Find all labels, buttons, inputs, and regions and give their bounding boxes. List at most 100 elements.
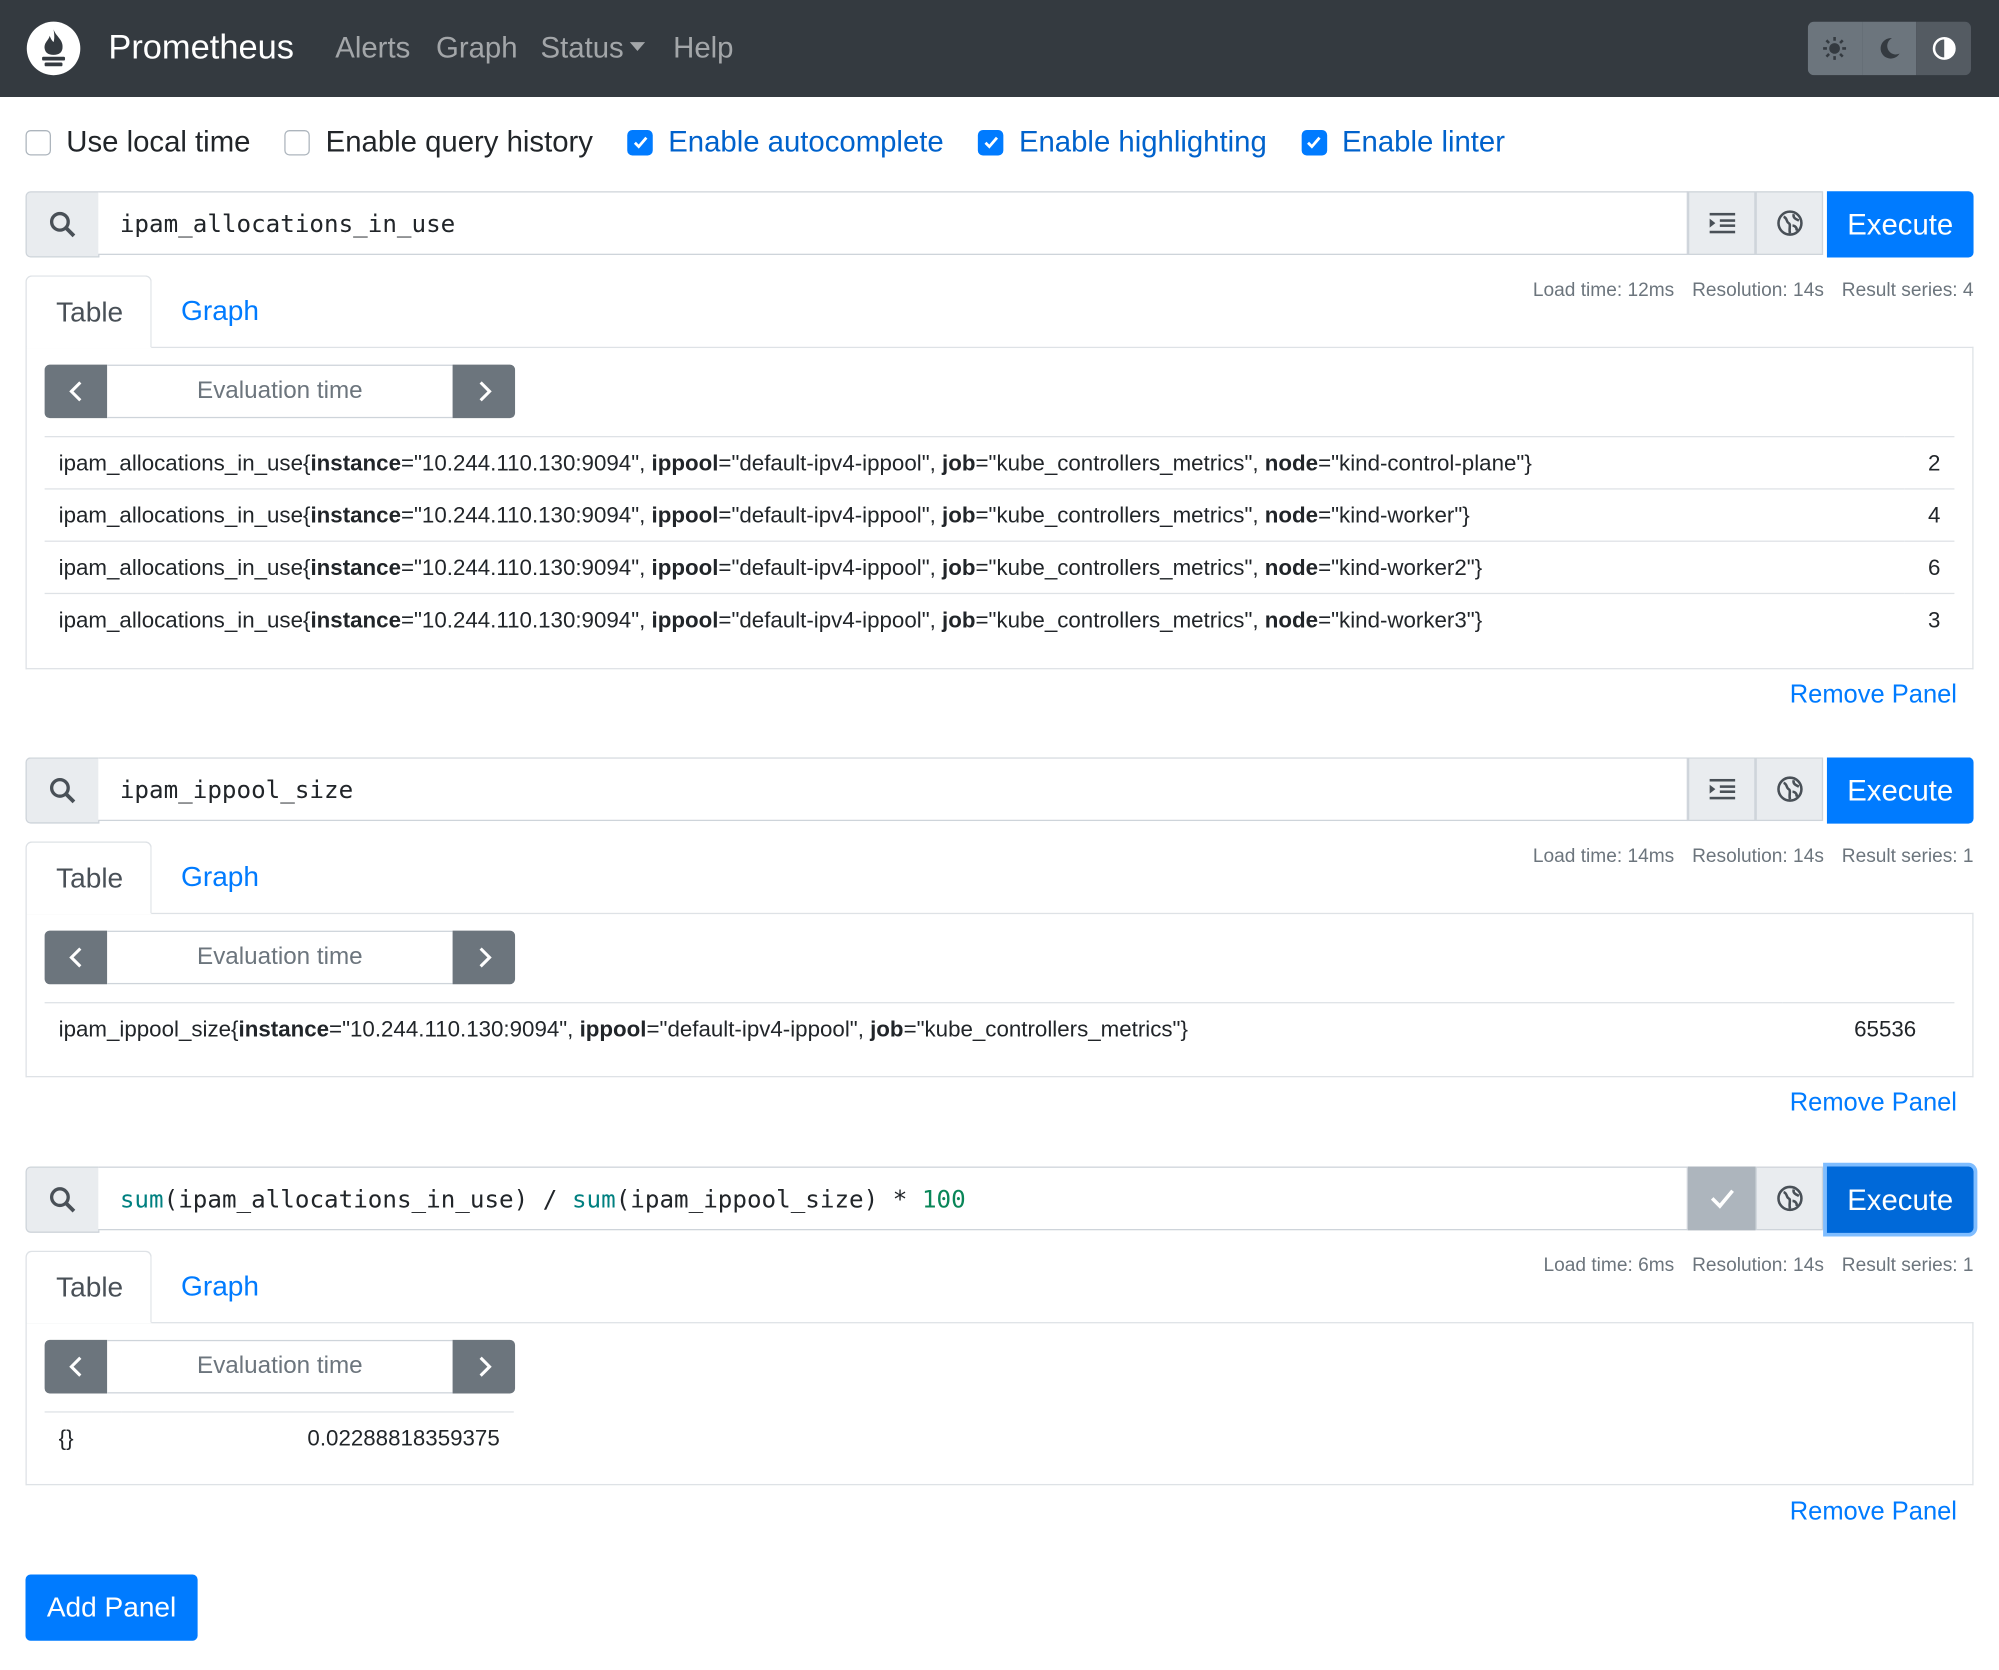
series-value: 65536 [1782, 1002, 1955, 1055]
tab-graph[interactable]: Graph [152, 841, 289, 911]
nav-alerts[interactable]: Alerts [335, 31, 410, 65]
checkmark-icon [1710, 1189, 1734, 1209]
option-enable-highlighting[interactable]: Enable highlighting [978, 125, 1267, 159]
label-value: kube_controllers_metrics [996, 606, 1245, 632]
remove-panel-link[interactable]: Remove Panel [1790, 1498, 1957, 1527]
label-key: node [1264, 606, 1319, 632]
metrics-explorer-button[interactable] [1755, 1166, 1824, 1231]
evaluation-time-input[interactable]: Evaluation time [107, 364, 453, 419]
theme-dark-button[interactable] [1862, 21, 1917, 76]
execute-button[interactable]: Execute [1826, 757, 1974, 824]
nav-status-label: Status [540, 30, 624, 64]
label-key: job [870, 1015, 904, 1041]
chevron-left-icon [68, 947, 81, 968]
nav-status[interactable]: Status [541, 31, 646, 65]
option-label: Enable query history [325, 124, 593, 159]
check-icon [633, 136, 647, 149]
globe-icon [1776, 210, 1803, 236]
expression-input[interactable]: ipam_allocations_in_use [98, 191, 1688, 255]
series-labels: {} [44, 1411, 122, 1464]
table-row: ipam_allocations_in_use{instance="10.244… [44, 488, 1955, 542]
results-table: ipam_allocations_in_use{instance="10.244… [44, 436, 1955, 646]
nav-help[interactable]: Help [673, 31, 733, 65]
label-key: ippool [651, 553, 719, 580]
tab-table[interactable]: Table [25, 841, 152, 915]
eval-next-button[interactable] [452, 1339, 516, 1394]
indent-icon [1709, 778, 1735, 800]
search-icon-box [25, 191, 100, 258]
series-value: 2 [1904, 436, 1955, 489]
series-value: 4 [1904, 488, 1955, 542]
tab-graph[interactable]: Graph [152, 275, 289, 345]
label-value: kind-worker2 [1339, 553, 1467, 580]
format-expression-button[interactable] [1687, 191, 1756, 255]
query-bar: ipam_allocations_in_use Execute [25, 191, 1974, 258]
evaluation-time-input[interactable]: Evaluation time [107, 930, 453, 985]
label-key: node [1264, 553, 1319, 580]
expression-formatted-indicator[interactable] [1687, 1166, 1756, 1231]
nav-graph[interactable]: Graph [436, 31, 518, 65]
tab-table[interactable]: Table [25, 1250, 152, 1324]
label-value: 10.244.110.130:9094 [421, 553, 632, 580]
checkbox[interactable] [284, 129, 311, 155]
label-key: node [1264, 449, 1319, 475]
eval-prev-button[interactable] [44, 364, 108, 419]
globe-icon [1776, 1185, 1803, 1212]
expression-input[interactable]: ipam_ippool_size [98, 757, 1688, 822]
eval-next-button[interactable] [452, 930, 516, 985]
chevron-left-icon [68, 381, 81, 402]
evaluation-time-input[interactable]: Evaluation time [107, 1339, 453, 1394]
execute-button[interactable]: Execute [1826, 191, 1974, 258]
series-raw: {} [58, 1424, 74, 1451]
chevron-right-icon [478, 947, 492, 968]
series-labels: ipam_allocations_in_use{instance="10.244… [44, 540, 1905, 594]
add-panel-button[interactable]: Add Panel [25, 1574, 198, 1641]
label-value: 10.244.110.130:9094 [349, 1015, 560, 1041]
option-use-local-time[interactable]: Use local time [25, 125, 250, 159]
series-labels: ipam_allocations_in_use{instance="10.244… [44, 436, 1905, 489]
remove-panel-link[interactable]: Remove Panel [1790, 1089, 1957, 1118]
expression-input[interactable]: sum(ipam_allocations_in_use) / sum(ipam_… [98, 1166, 1688, 1231]
query-bar: ipam_ippool_size Execute [25, 757, 1974, 824]
evaluation-time-control: Evaluation time [44, 930, 516, 985]
checkbox-checked[interactable] [978, 129, 1004, 155]
checkbox-checked[interactable] [1301, 129, 1327, 155]
globe-icon [1776, 776, 1803, 802]
label-key: ippool [651, 606, 719, 632]
search-icon [49, 777, 76, 804]
checkbox-checked[interactable] [627, 129, 653, 155]
option-label: Enable linter [1341, 124, 1505, 159]
theme-light-button[interactable] [1807, 21, 1863, 76]
table-row: ipam_allocations_in_use{instance="10.244… [44, 436, 1955, 489]
option-label: Enable autocomplete [668, 124, 944, 159]
prometheus-logo-icon[interactable] [25, 20, 81, 76]
query-options: Use local time Enable query history Enab… [25, 125, 1539, 159]
chevron-right-icon [478, 381, 492, 402]
tab-table[interactable]: Table [25, 275, 152, 349]
query-number-token: 100 [921, 1185, 966, 1214]
metrics-explorer-button[interactable] [1755, 757, 1824, 822]
eval-prev-button[interactable] [44, 1339, 108, 1394]
checkbox[interactable] [25, 129, 51, 155]
option-enable-query-history[interactable]: Enable query history [284, 124, 593, 159]
eval-prev-button[interactable] [44, 930, 108, 985]
label-key: job [942, 606, 976, 632]
sun-icon [1823, 36, 1847, 60]
label-key: job [942, 449, 976, 475]
label-key: instance [238, 1015, 330, 1041]
remove-panel-link[interactable]: Remove Panel [1790, 681, 1957, 710]
option-enable-linter[interactable]: Enable linter [1301, 125, 1505, 159]
tab-graph[interactable]: Graph [152, 1251, 289, 1321]
theme-auto-button[interactable] [1916, 21, 1971, 76]
metric-name: ipam_allocations_in_use [58, 449, 303, 475]
execute-button[interactable]: Execute [1826, 1166, 1974, 1233]
metrics-explorer-button[interactable] [1755, 191, 1824, 255]
eval-next-button[interactable] [452, 364, 516, 419]
table-tab-body: Evaluation time ipam_allocations_in_use{… [25, 346, 1974, 670]
table-row: ipam_allocations_in_use{instance="10.244… [44, 540, 1955, 594]
option-enable-autocomplete[interactable]: Enable autocomplete [627, 124, 944, 159]
brand-title[interactable]: Prometheus [108, 28, 294, 68]
query-panel-3: sum(ipam_allocations_in_use) / sum(ipam_… [25, 1166, 1974, 1526]
label-key: ippool [651, 449, 719, 475]
format-expression-button[interactable] [1687, 757, 1756, 822]
